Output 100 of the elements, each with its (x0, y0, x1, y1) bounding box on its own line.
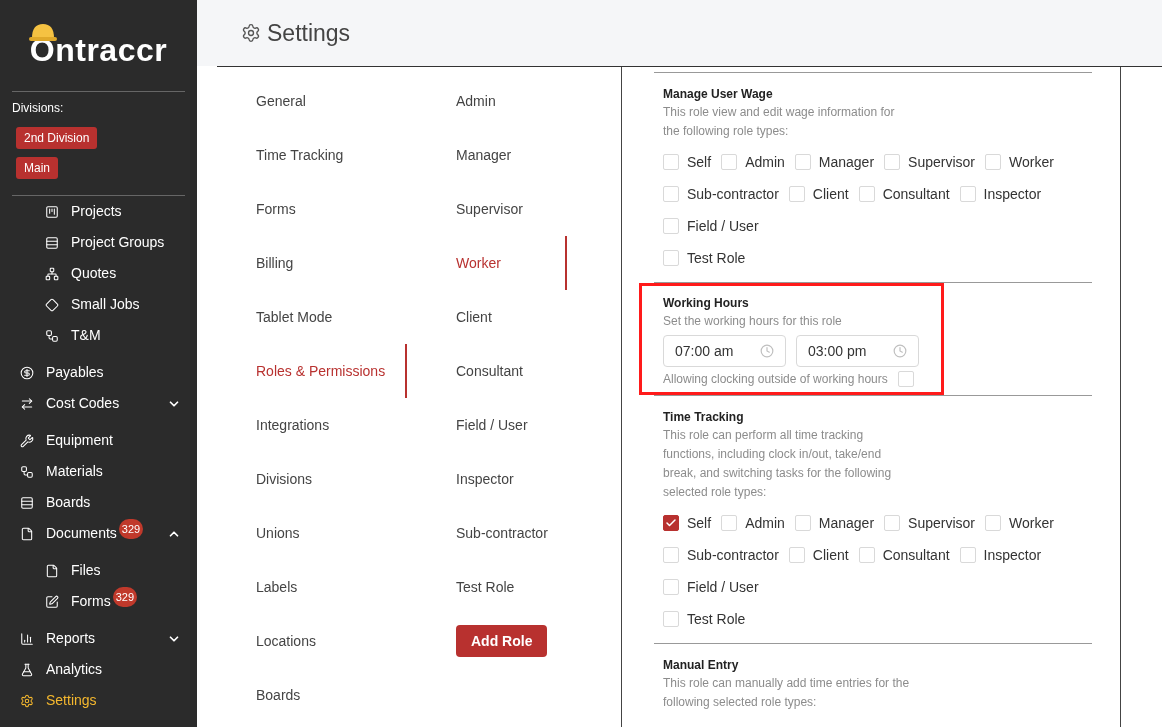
sidebar-item[interactable]: Equipment (46, 430, 113, 451)
role-item[interactable]: Consultant (407, 344, 567, 398)
menu-icon (45, 297, 59, 312)
checkbox-label: Sub-contractor (687, 184, 779, 204)
menu-icon (20, 365, 34, 380)
sidebar-item[interactable]: Documents (46, 523, 117, 544)
section-title: Time Tracking (663, 409, 745, 426)
checkbox-label: Client (812, 545, 849, 565)
section-description: This role can perform all time tracking functions, including clock in/out, take/end break, and switching tasks for the following selected role types: (663, 427, 893, 501)
sidebar-item[interactable]: Cost Codes (46, 393, 120, 414)
settings-nav-item[interactable]: Boards (217, 668, 407, 722)
menu-icon (20, 662, 34, 677)
menu-icon (20, 631, 34, 646)
sidebar-item[interactable]: Materials (46, 461, 103, 482)
section-title: Working Hours (663, 295, 750, 312)
sidebar-item[interactable]: Files (71, 560, 101, 581)
settings-nav-item[interactable]: Tablet Mode (217, 290, 407, 344)
checkbox-label: Allowing clocking outside of working hours (663, 371, 888, 388)
checkbox-label: Supervisor (908, 513, 975, 533)
section-description: Set the working hours for this role (663, 313, 843, 330)
settings-nav-item[interactable]: Billing (217, 236, 407, 290)
sidebar-item[interactable]: Projects (71, 201, 122, 222)
sidebar-item[interactable]: Payables (46, 362, 104, 383)
menu-icon (20, 495, 34, 510)
settings-nav-item[interactable]: Roles & Permissions (217, 344, 407, 398)
checkbox-label: Manager (818, 513, 875, 533)
logo-text: Ontraccr (29, 32, 168, 68)
checkbox-label: Field / User (687, 216, 759, 236)
menu-icon (45, 204, 59, 219)
checkbox-label: Worker (1009, 513, 1054, 533)
clock-icon (893, 344, 907, 358)
menu-icon (45, 266, 59, 281)
settings-nav-item[interactable]: Forms (217, 182, 407, 236)
time-field[interactable]: 07:00 am (663, 335, 786, 367)
checkbox-label: Admin (745, 152, 785, 172)
sidebar-item[interactable]: Analytics (46, 659, 103, 680)
section-description: This role can manually add time entries for the following selected role types: (663, 675, 911, 711)
settings-nav-item[interactable]: Unions (217, 506, 407, 560)
menu-icon (20, 464, 34, 479)
count-badge: 329 (112, 586, 138, 607)
section-title: Manual Entry (663, 657, 740, 674)
divisions-label: Divisions: (12, 100, 65, 117)
checkbox-label: Sub-contractor (687, 545, 779, 565)
checkbox-label: Consultant (882, 545, 950, 565)
checkbox-label: Inspector (983, 184, 1042, 204)
settings-nav-item[interactable]: Integrations (217, 398, 407, 452)
section-title: Manage User Wage (663, 86, 774, 103)
settings-nav-item[interactable]: Divisions (217, 452, 407, 506)
sidebar-item[interactable]: Quotes (71, 263, 117, 284)
settings-icon (241, 23, 261, 43)
role-item[interactable]: Inspector (407, 452, 567, 506)
sidebar-item[interactable]: Project Groups (71, 232, 165, 253)
page-title: Settings (267, 18, 351, 48)
menu-icon (45, 235, 59, 250)
sidebar-item[interactable]: Boards (46, 492, 91, 513)
menu-icon (45, 594, 59, 609)
sidebar-item[interactable]: Forms (71, 591, 111, 612)
sidebar-item[interactable]: Reports (46, 628, 96, 649)
menu-icon (45, 563, 59, 578)
checkbox-label: Supervisor (908, 152, 975, 172)
role-item[interactable]: Client (407, 290, 567, 344)
menu-icon (20, 693, 34, 708)
role-item[interactable]: Test Role (407, 560, 567, 614)
role-item[interactable]: Worker (407, 236, 567, 290)
sidebar-item[interactable]: Small Jobs (71, 294, 140, 315)
section-description: This role view and edit wage information for the following role types: (663, 104, 896, 140)
menu-icon (20, 396, 34, 411)
settings-nav-item[interactable]: Labels (217, 560, 407, 614)
settings-nav-item[interactable]: General (217, 74, 407, 128)
settings-nav-item[interactable]: Locations (217, 614, 407, 668)
checkbox-label: Test Role (687, 248, 746, 268)
checkbox-label: Inspector (983, 545, 1042, 565)
checkbox-label: Self (687, 513, 712, 533)
count-badge: 329 (118, 518, 144, 539)
time-field[interactable]: 03:00 pm (796, 335, 919, 367)
menu-icon (45, 328, 59, 343)
checkbox-label: Self (687, 152, 712, 172)
checkbox-label: Client (812, 184, 849, 204)
settings-nav-item[interactable]: Time Tracking (217, 128, 407, 182)
role-item[interactable]: Supervisor (407, 182, 567, 236)
check-icon (665, 517, 677, 529)
sidebar-item[interactable]: Settings (46, 690, 97, 711)
checkbox-label: Consultant (882, 184, 950, 204)
sidebar-item[interactable]: T&M (71, 325, 101, 346)
role-item[interactable]: Sub-contractor (407, 506, 567, 560)
role-item[interactable]: Admin (407, 74, 567, 128)
clock-icon (760, 344, 774, 358)
menu-icon (20, 526, 34, 541)
checkbox[interactable] (663, 515, 679, 531)
add-role-button[interactable]: Add Role (456, 625, 548, 657)
checkbox-label: Test Role (687, 609, 746, 629)
division-tag[interactable]: Main (16, 157, 58, 179)
checkbox-label: Admin (745, 513, 785, 533)
checkbox-label: Worker (1009, 152, 1054, 172)
role-item[interactable]: Field / User (407, 398, 567, 452)
hard-hat-icon (28, 21, 57, 41)
division-tag[interactable]: 2nd Division (16, 127, 98, 149)
checkbox-label: Manager (818, 152, 875, 172)
role-item[interactable]: Manager (407, 128, 567, 182)
menu-icon (20, 433, 34, 448)
